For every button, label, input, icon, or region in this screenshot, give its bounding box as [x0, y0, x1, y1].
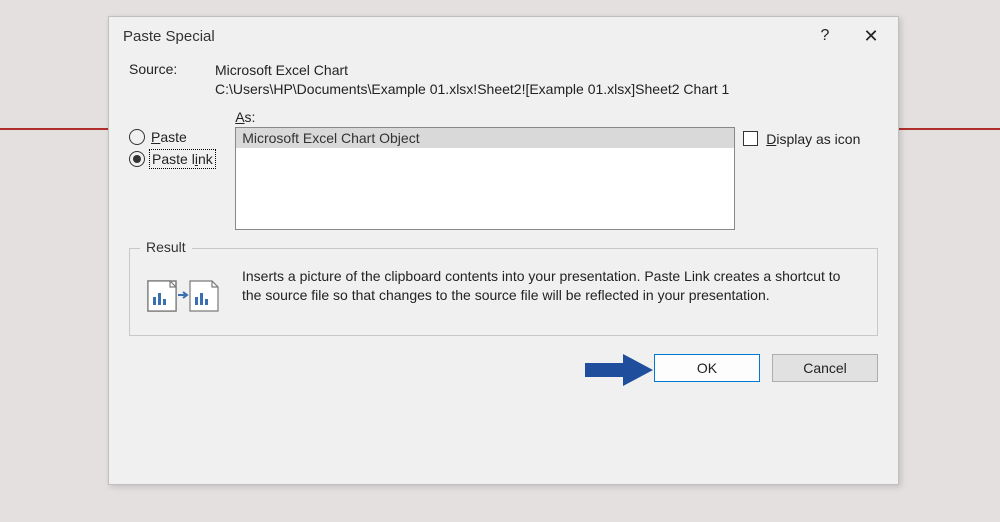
result-inner: Inserts a picture of the clipboard conte…	[146, 267, 861, 317]
source-line2: C:\Users\HP\Documents\Example 01.xlsx!Sh…	[215, 80, 878, 99]
titlebar: Paste Special ? ✕	[109, 17, 898, 55]
close-button[interactable]: ✕	[848, 22, 894, 50]
middle-row: Paste Paste link As: Microsoft Excel Cha…	[129, 109, 878, 230]
checkbox-icon	[743, 131, 758, 146]
as-label: As:	[235, 109, 735, 125]
display-as-icon-label: Display as icon	[766, 131, 860, 147]
dialog-content: Source: Microsoft Excel Chart C:\Users\H…	[109, 55, 898, 396]
display-as-icon-column: Display as icon	[743, 109, 878, 230]
display-as-icon-checkbox[interactable]: Display as icon	[743, 131, 878, 147]
arrow-icon	[583, 352, 655, 391]
result-legend: Result	[140, 239, 192, 255]
cancel-button[interactable]: Cancel	[772, 354, 878, 382]
result-fieldset: Result	[129, 248, 878, 336]
source-label: Source:	[129, 61, 205, 99]
as-column: As: Microsoft Excel Chart Object	[235, 109, 735, 230]
paste-radio[interactable]: Paste	[129, 129, 227, 145]
dialog-title: Paste Special	[123, 28, 802, 45]
source-row: Source: Microsoft Excel Chart C:\Users\H…	[129, 61, 878, 99]
source-text: Microsoft Excel Chart C:\Users\HP\Docume…	[215, 61, 878, 99]
result-text: Inserts a picture of the clipboard conte…	[242, 267, 861, 305]
radio-column: Paste Paste link	[129, 109, 227, 230]
source-line1: Microsoft Excel Chart	[215, 61, 878, 80]
close-icon: ✕	[863, 26, 878, 47]
paste-link-radio[interactable]: Paste link	[129, 151, 227, 167]
as-listbox-item[interactable]: Microsoft Excel Chart Object	[236, 128, 734, 148]
button-row: OK Cancel	[129, 354, 878, 382]
help-icon: ?	[821, 27, 830, 45]
help-button[interactable]: ?	[802, 22, 848, 50]
radio-icon-checked	[129, 151, 145, 167]
as-listbox[interactable]: Microsoft Excel Chart Object	[235, 127, 735, 230]
ok-button[interactable]: OK	[654, 354, 760, 382]
paste-link-radio-label: Paste link	[151, 151, 214, 167]
paste-special-dialog: Paste Special ? ✕ Source: Microsoft Exce…	[108, 16, 899, 485]
paste-link-icon	[146, 273, 222, 317]
radio-icon	[129, 129, 145, 145]
paste-radio-label: Paste	[151, 129, 187, 145]
